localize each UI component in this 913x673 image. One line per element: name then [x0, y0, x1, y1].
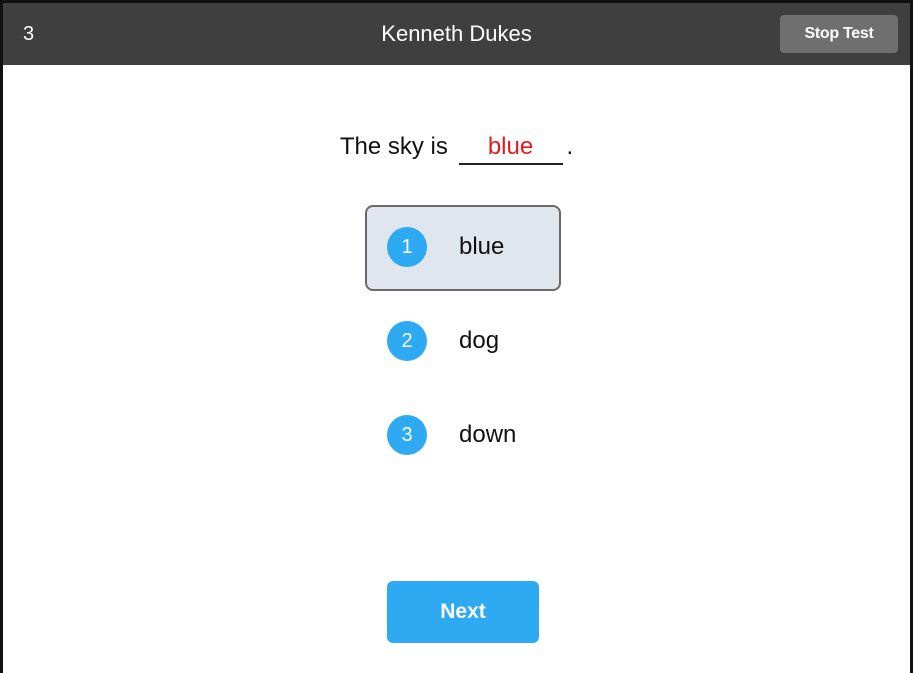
answer-options: 1 blue 2 dog 3 down	[365, 205, 565, 487]
option-3[interactable]: 3 down	[365, 393, 561, 479]
option-number-badge: 1	[387, 227, 427, 267]
option-label: blue	[459, 233, 505, 260]
option-number-badge: 3	[387, 415, 427, 455]
sentence-suffix: .	[566, 133, 574, 160]
option-number-badge: 2	[387, 321, 427, 361]
test-window: 3 Kenneth Dukes Stop Test The sky is blu…	[0, 0, 913, 673]
option-label: dog	[459, 327, 500, 354]
option-label: down	[459, 421, 517, 448]
option-2[interactable]: 2 dog	[365, 299, 561, 385]
question-sentence: The sky is blue.	[3, 131, 910, 165]
top-bar: 3 Kenneth Dukes Stop Test	[3, 3, 910, 65]
stop-test-button[interactable]: Stop Test	[780, 15, 898, 53]
student-name: Kenneth Dukes	[381, 21, 532, 46]
option-1[interactable]: 1 blue	[365, 205, 561, 291]
answer-blank: blue	[458, 131, 563, 165]
next-button[interactable]: Next	[387, 581, 539, 643]
sentence-prefix: The sky is	[339, 133, 448, 160]
